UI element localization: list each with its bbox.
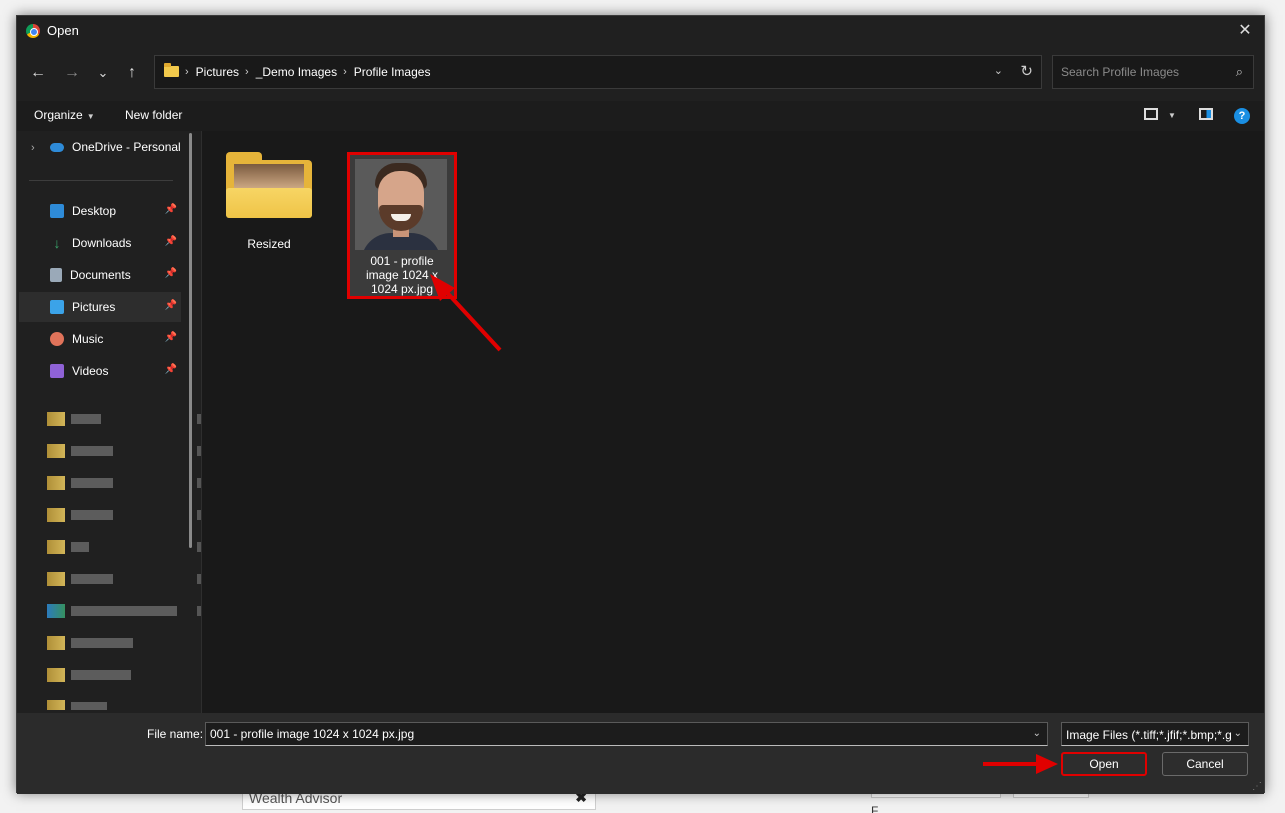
desktop-icon	[50, 204, 64, 218]
sidebar-item-label: OneDrive - Personal	[72, 140, 181, 154]
file-name-label: File name:	[147, 727, 204, 741]
pictures-icon	[50, 300, 64, 314]
folder-icon	[164, 63, 179, 77]
breadcrumb-demo-images[interactable]: _Demo Images	[256, 65, 337, 79]
image-thumbnail	[355, 159, 447, 250]
caret-down-icon[interactable]: ▼	[1168, 111, 1176, 120]
up-button[interactable]: ↑	[121, 62, 143, 84]
dialog-title: Open	[47, 23, 79, 38]
sidebar-item-documents[interactable]: Documents 📌	[19, 260, 181, 290]
pin-icon[interactable]: 📌	[165, 204, 177, 215]
command-bar: Organize ▼ New folder ▼ ?	[17, 101, 1264, 131]
navigation-pane: › OneDrive - Personal Desktop 📌 ↓ Downlo…	[17, 131, 209, 713]
chevron-down-icon[interactable]: ⌄	[1033, 728, 1041, 739]
pin-icon[interactable]: 📌	[165, 268, 177, 279]
sidebar-item-desktop[interactable]: Desktop 📌	[19, 196, 181, 226]
pin-icon[interactable]: 📌	[165, 332, 177, 343]
background-text: F	[871, 804, 879, 813]
breadcrumb-profile-images[interactable]: Profile Images	[354, 65, 431, 79]
search-input[interactable]	[1053, 56, 1253, 88]
caret-down-icon: ▼	[86, 112, 95, 121]
file-name-label: 001 - profile image 1024 x 1024 px.jpg	[365, 254, 439, 296]
recent-locations-button[interactable]: ⌄	[92, 62, 114, 84]
breadcrumb-pictures[interactable]: Pictures	[196, 65, 239, 79]
breadcrumb: › Pictures › _Demo Images › Profile Imag…	[185, 65, 430, 79]
cancel-button[interactable]: Cancel	[1162, 752, 1248, 776]
address-bar[interactable]: › Pictures › _Demo Images › Profile Imag…	[154, 55, 1042, 89]
breadcrumb-separator: ›	[185, 66, 189, 78]
download-icon: ↓	[53, 235, 61, 251]
file-name-combobox[interactable]: ⌄	[205, 722, 1048, 746]
cloud-icon	[50, 142, 64, 152]
file-type-select[interactable]: Image Files (*.tiff;*.jfif;*.bmp;*.gif;*…	[1061, 722, 1249, 746]
navigation-bar: ← → ⌄ ↑ › Pictures › _Demo Images › Prof…	[17, 54, 1264, 92]
close-button[interactable]: ✕	[1234, 20, 1256, 42]
file-list: Resized 001 - profile image 1024 x 1024 …	[202, 131, 1264, 713]
new-folder-button[interactable]: New folder	[125, 108, 182, 122]
chevron-down-icon[interactable]: ⌄	[994, 64, 1003, 77]
sidebar-item-music[interactable]: Music 📌	[19, 324, 181, 354]
file-tile-selected-image[interactable]: 001 - profile image 1024 x 1024 px.jpg	[347, 152, 457, 299]
resize-grip-icon[interactable]: ⋰	[1252, 781, 1262, 792]
sidebar-scrollbar[interactable]	[189, 133, 192, 548]
expand-icon[interactable]: ›	[31, 142, 35, 154]
search-icon: ⌕	[1235, 64, 1243, 79]
folder-tile-resized[interactable]: Resized	[202, 131, 336, 271]
pin-icon[interactable]: 📌	[165, 300, 177, 311]
forward-button[interactable]: →	[61, 62, 83, 84]
file-name-label: Resized	[247, 237, 291, 251]
open-file-dialog: Open ✕ ← → ⌄ ↑ › Pictures › _Demo Images…	[16, 15, 1265, 794]
folder-icon	[226, 152, 312, 218]
organize-label: Organize	[34, 108, 83, 122]
divider	[29, 180, 173, 181]
file-type-value: Image Files (*.tiff;*.jfif;*.bmp;*.gif;*…	[1066, 728, 1232, 742]
help-icon[interactable]: ?	[1234, 108, 1250, 124]
breadcrumb-separator: ›	[343, 66, 347, 78]
dialog-footer: File name: ⌄ Image Files (*.tiff;*.jfif;…	[17, 713, 1264, 794]
organize-menu[interactable]: Organize ▼	[34, 108, 95, 122]
sidebar-item-label: Desktop	[72, 204, 117, 218]
sidebar-item-label: Pictures	[72, 300, 116, 314]
file-name-input[interactable]	[206, 723, 1047, 745]
video-icon	[50, 364, 64, 378]
back-button[interactable]: ←	[27, 62, 49, 84]
sidebar-item-pictures[interactable]: Pictures 📌	[19, 292, 181, 322]
refresh-icon[interactable]: ↻	[1020, 62, 1033, 80]
sidebar-item-onedrive[interactable]: › OneDrive - Personal	[19, 132, 181, 162]
view-options-icon[interactable]	[1144, 108, 1158, 120]
chevron-down-icon[interactable]: ⌄	[1234, 728, 1242, 739]
sidebar-item-downloads[interactable]: ↓ Downloads 📌	[19, 228, 181, 258]
dialog-titlebar: Open ✕	[17, 16, 1264, 46]
preview-pane-icon[interactable]	[1199, 108, 1213, 120]
breadcrumb-separator: ›	[245, 66, 249, 78]
chrome-icon	[26, 24, 40, 38]
sidebar-item-videos[interactable]: Videos 📌	[19, 356, 181, 386]
sidebar-item-label: Documents	[70, 268, 131, 282]
pin-icon[interactable]: 📌	[165, 364, 177, 375]
pin-icon[interactable]: 📌	[165, 236, 177, 247]
sidebar-item-label: Videos	[72, 364, 109, 378]
open-button[interactable]: Open	[1061, 752, 1147, 776]
document-icon	[50, 268, 62, 282]
search-box[interactable]: ⌕	[1052, 55, 1254, 89]
music-icon	[50, 332, 64, 346]
sidebar-item-label: Music	[72, 332, 104, 346]
sidebar-item-label: Downloads	[72, 236, 132, 250]
